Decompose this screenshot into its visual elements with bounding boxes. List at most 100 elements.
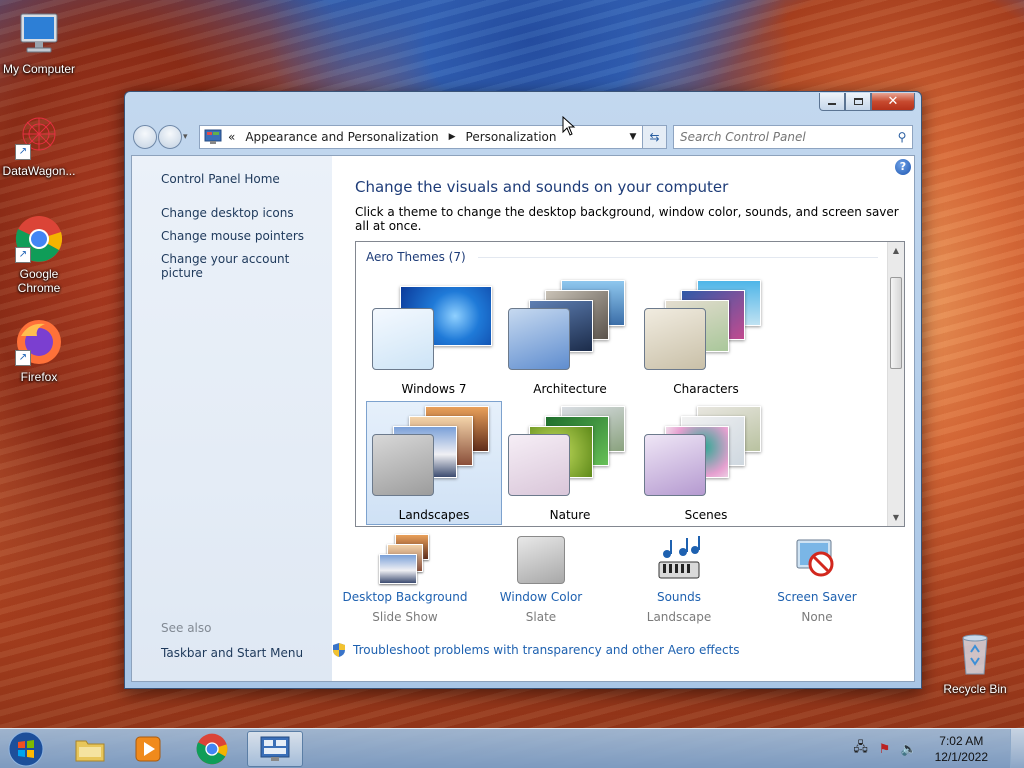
address-bar[interactable]: « Appearance and Personalization ▶ Perso… <box>199 125 643 149</box>
desktop-icon-firefox[interactable]: ↗ Firefox <box>0 318 78 384</box>
desktop-icon-label: Google Chrome <box>17 267 61 295</box>
scroll-up-arrow-icon[interactable]: ▲ <box>888 242 904 259</box>
clock-date: 12/1/2022 <box>934 750 988 764</box>
control-panel-icon <box>260 736 290 761</box>
theme-landscapes[interactable]: Landscapes <box>366 401 502 525</box>
theme-group-header: Aero Themes (7) <box>366 250 878 264</box>
screen-saver-icon <box>791 534 843 586</box>
window-color-icon <box>515 534 567 586</box>
start-button[interactable] <box>6 730 46 768</box>
show-desktop-button[interactable] <box>1010 729 1024 768</box>
breadcrumb-appearance[interactable]: Appearance and Personalization <box>245 130 438 144</box>
theme-windows-7[interactable]: Windows 7 <box>366 275 502 399</box>
folder-icon <box>75 740 105 762</box>
change-account-picture-link[interactable]: Change your account picture <box>161 252 332 280</box>
page-title: Change the visuals and sounds on your co… <box>355 178 729 196</box>
recent-pages-dropdown[interactable]: ▾ <box>183 132 193 142</box>
theme-color-swatch <box>372 434 434 496</box>
theme-color-swatch <box>372 308 434 370</box>
personalization-window: ✕ ▾ « Appearance and Personalization ▶ P… <box>124 91 922 689</box>
desktop-icon-my-computer[interactable]: My Computer <box>0 10 78 76</box>
theme-color-swatch <box>644 308 706 370</box>
computer-icon <box>15 10 63 58</box>
theme-label: Architecture <box>533 382 607 396</box>
aero-themes-label: Aero Themes (7) <box>366 250 466 264</box>
content-area: Control Panel Home Change desktop icons … <box>131 155 915 682</box>
desktop-icon-google-chrome[interactable]: ↗ Google Chrome <box>0 215 78 295</box>
window-color-setting[interactable]: Window Color Slate <box>476 534 606 624</box>
theme-label: Windows 7 <box>401 382 467 396</box>
window-color-value: Slate <box>525 610 557 624</box>
troubleshoot-link[interactable]: Troubleshoot problems with transparency … <box>353 643 740 657</box>
refresh-button[interactable]: ⇆ <box>643 125 667 149</box>
control-panel-home-link[interactable]: Control Panel Home <box>161 172 332 186</box>
nav-buttons: ▾ <box>133 125 193 149</box>
close-button[interactable]: ✕ <box>871 93 915 111</box>
clock[interactable]: 7:02 AM 12/1/2022 <box>935 733 988 765</box>
taskbar-media-player-button[interactable] <box>120 731 176 767</box>
action-center-flag-icon[interactable]: ⚑ <box>876 742 894 757</box>
firefox-icon: ↗ <box>15 318 63 366</box>
taskbar-start-menu-link[interactable]: Taskbar and Start Menu <box>161 646 303 660</box>
network-icon[interactable]: 🖧 <box>852 738 870 760</box>
page-subtitle: Click a theme to change the desktop back… <box>355 205 899 233</box>
search-icon[interactable]: ⚲ <box>892 130 912 144</box>
theme-list[interactable]: Aero Themes (7) Windows 7 Architecture C… <box>355 241 905 527</box>
forward-button[interactable] <box>158 125 182 149</box>
clock-time: 7:02 AM <box>939 734 984 748</box>
theme-characters[interactable]: Characters <box>638 275 774 399</box>
scroll-down-arrow-icon[interactable]: ▼ <box>888 509 904 526</box>
taskbar-explorer-button[interactable] <box>62 731 118 767</box>
screen-saver-setting[interactable]: Screen Saver None <box>752 534 882 624</box>
screen-saver-link[interactable]: Screen Saver <box>752 590 882 604</box>
maximize-icon <box>853 98 863 105</box>
address-dropdown-icon[interactable]: ▼ <box>624 132 642 142</box>
theme-label: Nature <box>549 508 591 522</box>
desktop-icon-label: Recycle Bin <box>943 682 1007 696</box>
sounds-setting[interactable]: Sounds Landscape <box>614 534 744 624</box>
theme-label: Scenes <box>684 508 728 522</box>
taskbar-chrome-button[interactable] <box>184 731 240 767</box>
help-icon[interactable]: ? <box>895 159 911 175</box>
screen-saver-value: None <box>801 610 833 624</box>
search-input[interactable] <box>680 130 892 144</box>
breadcrumb-personalization[interactable]: Personalization <box>466 130 557 144</box>
see-also-section: See also Taskbar and Start Menu <box>161 621 303 669</box>
window-color-link[interactable]: Window Color <box>476 590 606 604</box>
theme-settings-row: Desktop Background Slide Show Window Col… <box>340 534 880 634</box>
desktop-icon-datawagon[interactable]: ↗ DataWagon... <box>0 112 78 178</box>
search-box[interactable]: ⚲ <box>673 125 913 149</box>
sounds-link[interactable]: Sounds <box>614 590 744 604</box>
chrome-icon: ↗ <box>15 215 63 263</box>
group-divider <box>477 256 878 258</box>
troubleshoot-row[interactable]: Troubleshoot problems with transparency … <box>332 642 740 658</box>
change-desktop-icons-link[interactable]: Change desktop icons <box>161 206 332 220</box>
maximize-button[interactable] <box>845 93 871 111</box>
desktop-background-setting[interactable]: Desktop Background Slide Show <box>340 534 470 624</box>
theme-scenes[interactable]: Scenes <box>638 401 774 525</box>
taskbar-control-panel-button[interactable] <box>247 731 303 767</box>
scrollbar-thumb[interactable] <box>890 277 902 369</box>
left-navigation-pane: Control Panel Home Change desktop icons … <box>132 156 332 681</box>
control-panel-icon <box>204 129 222 145</box>
desktop-background-link[interactable]: Desktop Background <box>340 590 470 604</box>
theme-architecture[interactable]: Architecture <box>502 275 638 399</box>
desktop-icon-label: DataWagon... <box>2 164 76 178</box>
address-row: ▾ « Appearance and Personalization ▶ Per… <box>133 124 913 150</box>
recycle-bin-icon <box>951 630 999 678</box>
desktop-icon-recycle-bin[interactable]: Recycle Bin <box>936 630 1014 696</box>
theme-list-scrollbar[interactable]: ▲ ▼ <box>887 242 904 526</box>
shortcut-arrow-icon: ↗ <box>15 350 31 366</box>
datawagon-icon: ↗ <box>15 112 63 160</box>
see-also-label: See also <box>161 621 212 635</box>
desktop-background-icon <box>379 534 431 586</box>
volume-icon[interactable]: 🔈 <box>900 742 918 757</box>
back-button[interactable] <box>133 125 157 149</box>
change-mouse-pointers-link[interactable]: Change mouse pointers <box>161 229 332 243</box>
minimize-button[interactable] <box>819 93 845 111</box>
address-overflow-chevron[interactable]: « <box>228 130 235 144</box>
desktop-background-value: Slide Show <box>372 610 438 624</box>
shield-icon <box>332 642 346 658</box>
breadcrumb-separator-icon[interactable]: ▶ <box>449 132 456 142</box>
theme-nature[interactable]: Nature <box>502 401 638 525</box>
